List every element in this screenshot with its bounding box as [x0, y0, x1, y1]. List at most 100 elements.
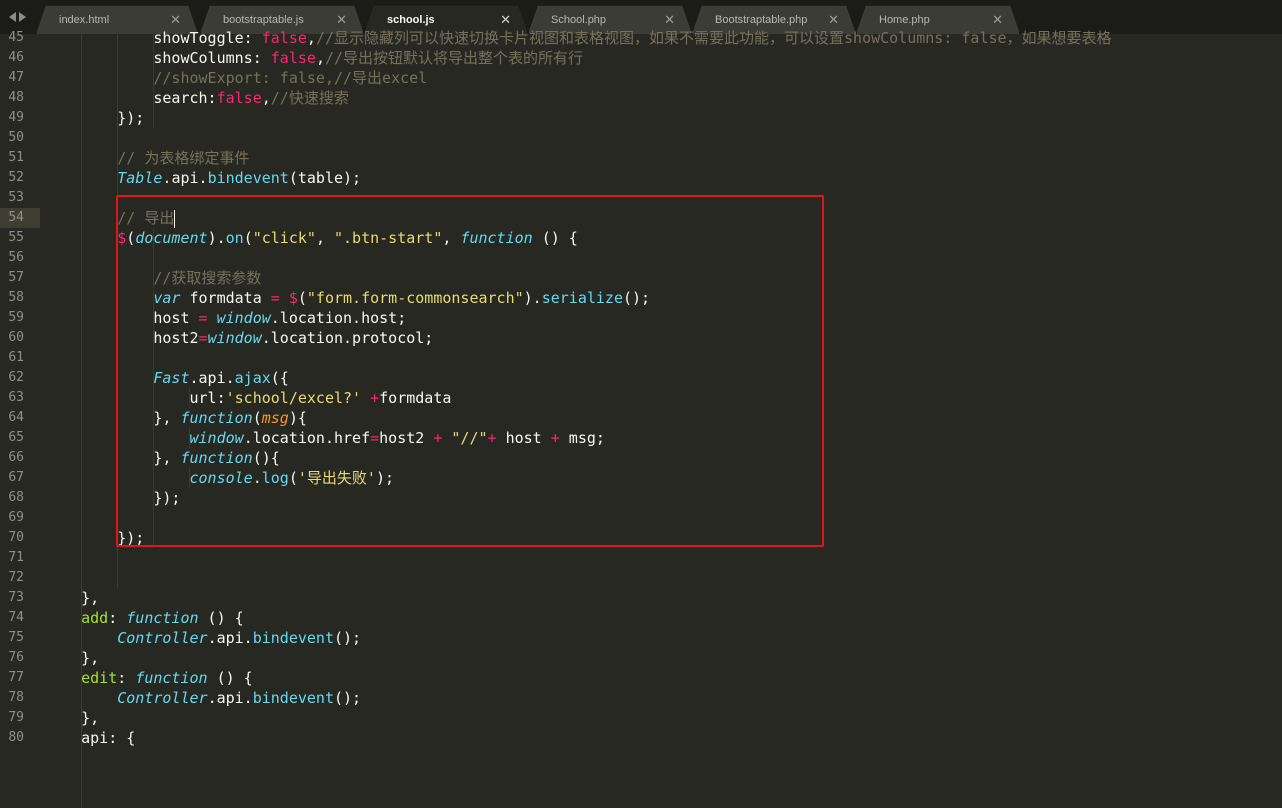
- code-line[interactable]: 74 add: function () {: [0, 608, 1282, 628]
- line-number: 59: [8, 310, 24, 325]
- code-line[interactable]: 73 },: [0, 588, 1282, 608]
- code-token: =: [198, 329, 208, 347]
- code-token: +: [487, 429, 497, 447]
- code-line[interactable]: 67 console.log('导出失败');: [0, 468, 1282, 488]
- code-line[interactable]: 80 api: {: [0, 728, 1282, 748]
- code-text: // 导出: [45, 208, 176, 228]
- code-text: Controller.api.bindevent();: [45, 688, 361, 708]
- code-line[interactable]: 48 search:false,//快速搜索: [0, 88, 1282, 108]
- code-token: .location.host;: [270, 309, 407, 327]
- line-number: 55: [8, 230, 24, 245]
- code-line[interactable]: 79 },: [0, 708, 1282, 728]
- line-number: 45: [8, 30, 24, 45]
- code-token: //showExport: false,//导出excel: [45, 69, 428, 87]
- code-token: window: [189, 429, 244, 447]
- code-line[interactable]: 49 });: [0, 108, 1282, 128]
- chevron-right-icon[interactable]: [18, 12, 26, 22]
- code-line[interactable]: 76 },: [0, 648, 1282, 668]
- code-token: //显示隐藏列可以快速切换卡片视图和表格视图，如果不需要此功能，可以设置show…: [315, 29, 1112, 47]
- code-text: add: function () {: [45, 608, 244, 628]
- code-line[interactable]: 78 Controller.api.bindevent();: [0, 688, 1282, 708]
- close-icon[interactable]: ✕: [336, 12, 347, 28]
- line-number: 60: [8, 330, 24, 345]
- code-line[interactable]: 58 var formdata = $("form.form-commonsea…: [0, 288, 1282, 308]
- code-token: (: [297, 289, 307, 307]
- code-token: ();: [623, 289, 651, 307]
- code-text: $(document).on("click", ".btn-start", fu…: [45, 228, 578, 248]
- code-line[interactable]: 69: [0, 508, 1282, 528]
- chevron-left-icon[interactable]: [8, 12, 16, 22]
- code-token: (: [126, 229, 136, 247]
- code-line[interactable]: 51 // 为表格绑定事件: [0, 148, 1282, 168]
- code-token: () {: [532, 229, 578, 247]
- code-line[interactable]: 70 });: [0, 528, 1282, 548]
- code-text: },: [45, 708, 99, 728]
- code-line[interactable]: 66 }, function(){: [0, 448, 1282, 468]
- code-line[interactable]: 52 Table.api.bindevent(table);: [0, 168, 1282, 188]
- code-line[interactable]: 46 showColumns: false,//导出按钮默认将导出整个表的所有行: [0, 48, 1282, 68]
- code-text: url:'school/excel?' +formdata: [45, 388, 451, 408]
- code-token: .location.protocol;: [261, 329, 434, 347]
- code-token: msg: [261, 409, 289, 427]
- code-text: });: [45, 528, 144, 548]
- code-line[interactable]: 56: [0, 248, 1282, 268]
- code-line[interactable]: 65 window.location.href=host2 + "//"+ ho…: [0, 428, 1282, 448]
- code-line[interactable]: 47 //showExport: false,//导出excel: [0, 68, 1282, 88]
- line-number: 65: [8, 430, 24, 445]
- code-line[interactable]: 54 // 导出: [0, 208, 1282, 228]
- line-number: 61: [8, 350, 24, 365]
- text-cursor: [174, 209, 176, 228]
- code-text: Controller.api.bindevent();: [45, 628, 361, 648]
- code-line[interactable]: 62 Fast.api.ajax({: [0, 368, 1282, 388]
- code-editor[interactable]: 45 showToggle: false,//显示隐藏列可以快速切换卡片视图和表…: [0, 28, 1282, 808]
- code-line[interactable]: 45 showToggle: false,//显示隐藏列可以快速切换卡片视图和表…: [0, 28, 1282, 48]
- code-line[interactable]: 77 edit: function () {: [0, 668, 1282, 688]
- code-token: false: [270, 49, 316, 67]
- close-icon[interactable]: ✕: [828, 12, 839, 28]
- code-token: (: [288, 469, 298, 487]
- close-icon[interactable]: ✕: [500, 12, 511, 28]
- code-token: ".btn-start": [334, 229, 443, 247]
- code-token: () {: [207, 669, 253, 687]
- close-icon[interactable]: ✕: [170, 12, 181, 28]
- line-number: 66: [8, 450, 24, 465]
- code-line[interactable]: 60 host2=window.location.protocol;: [0, 328, 1282, 348]
- code-line[interactable]: 61: [0, 348, 1282, 368]
- code-line[interactable]: 50: [0, 128, 1282, 148]
- line-number: 52: [8, 170, 24, 185]
- code-token: function: [180, 409, 253, 427]
- tab-label: Home.php: [879, 14, 930, 26]
- code-token: ();: [334, 629, 362, 647]
- code-line[interactable]: 71: [0, 548, 1282, 568]
- code-token: +: [550, 429, 560, 447]
- code-token: showColumns:: [45, 49, 271, 67]
- code-token: url:: [45, 389, 226, 407]
- code-line[interactable]: 63 url:'school/excel?' +formdata: [0, 388, 1282, 408]
- code-token: //导出按钮默认将导出整个表的所有行: [324, 49, 584, 67]
- close-icon[interactable]: ✕: [664, 12, 675, 28]
- code-line[interactable]: 55 $(document).on("click", ".btn-start",…: [0, 228, 1282, 248]
- code-token: var: [153, 289, 181, 307]
- code-token: .: [198, 169, 208, 187]
- code-line[interactable]: 57 //获取搜索参数: [0, 268, 1282, 288]
- code-token: () {: [198, 609, 244, 627]
- code-token: },: [45, 409, 181, 427]
- tab-label: school.js: [387, 14, 435, 26]
- line-number: 69: [8, 510, 24, 525]
- code-token: add: [45, 609, 109, 627]
- code-line[interactable]: 53: [0, 188, 1282, 208]
- line-number: 72: [8, 570, 24, 585]
- line-number: 71: [8, 550, 24, 565]
- code-line[interactable]: 72: [0, 568, 1282, 588]
- code-line[interactable]: 59 host = window.location.host;: [0, 308, 1282, 328]
- code-line[interactable]: 75 Controller.api.bindevent();: [0, 628, 1282, 648]
- line-number: 64: [8, 410, 24, 425]
- close-icon[interactable]: ✕: [992, 12, 1003, 28]
- line-number: 75: [8, 630, 24, 645]
- code-token: :: [108, 609, 127, 627]
- code-line[interactable]: 68 });: [0, 488, 1282, 508]
- code-line[interactable]: 64 }, function(msg){: [0, 408, 1282, 428]
